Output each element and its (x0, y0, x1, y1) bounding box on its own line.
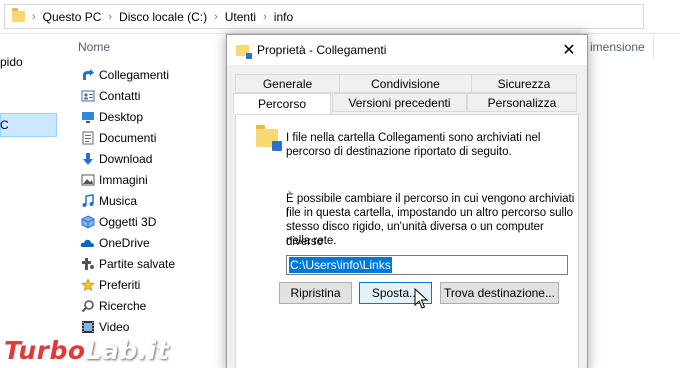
location-path-field[interactable]: C:\Users\info\Links (286, 255, 568, 275)
chevron-right-icon: › (263, 10, 267, 23)
list-item[interactable]: Video (80, 317, 129, 337)
desktop-icon (80, 110, 95, 125)
column-divider (653, 35, 654, 59)
tab-panel-location: I file nella cartella Collegamenti sono … (235, 114, 579, 368)
column-header-name[interactable]: Nome (78, 40, 110, 54)
folder-shortcut-icon (236, 44, 252, 59)
chevron-right-icon: › (32, 10, 36, 23)
watermark-part2: Lab.it (85, 336, 170, 365)
list-item-label: Desktop (99, 110, 144, 124)
tab-location[interactable]: Percorso (233, 93, 331, 114)
list-item-label: Immagini (99, 173, 148, 187)
find-target-button[interactable]: Trova destinazione... (440, 282, 559, 304)
list-item[interactable]: Immagini (80, 170, 148, 190)
breadcrumb[interactable]: › Questo PC › Disco locale (C:) › Utenti… (4, 4, 644, 29)
breadcrumb-item-users[interactable]: Utenti (225, 10, 256, 24)
nav-item-quick-access[interactable]: pido (0, 55, 23, 69)
list-item[interactable]: Oggetti 3D (80, 212, 156, 232)
chevron-right-icon: › (108, 10, 113, 23)
videos-icon (80, 320, 95, 335)
list-item-label: Partite salvate (99, 257, 176, 271)
turbolab-watermark-logo: TurboLab.it (4, 336, 169, 365)
restore-default-button[interactable]: Ripristina (279, 282, 352, 304)
tab-security[interactable]: Sicurezza (471, 74, 577, 93)
download-icon (80, 152, 95, 167)
chevron-right-icon: › (214, 10, 218, 23)
list-item-label: Preferiti (99, 278, 141, 292)
list-item[interactable]: OneDrive (80, 233, 150, 253)
tab-sharing[interactable]: Condivisione (339, 74, 472, 93)
info-text-line1: I file nella cartella Collegamenti sono … (286, 132, 541, 144)
list-item-label: Musica (99, 194, 138, 208)
column-header-size[interactable]: imensione (590, 40, 645, 54)
close-button[interactable]: ✕ (551, 35, 587, 65)
searches-icon (80, 299, 95, 314)
location-path-value: C:\Users\info\Links (289, 257, 392, 273)
list-item[interactable]: Documenti (80, 128, 156, 148)
documents-icon (80, 131, 95, 146)
contacts-icon (80, 89, 95, 104)
list-item-label: Download (99, 152, 153, 166)
list-item[interactable]: Musica (80, 191, 137, 211)
list-item[interactable]: Desktop (80, 107, 143, 127)
properties-dialog: Proprietà - Collegamenti ✕ Generale Cond… (226, 34, 588, 368)
dialog-title-bar[interactable]: Proprietà - Collegamenti ✕ (227, 35, 587, 65)
folder-shortcut-icon (256, 125, 282, 151)
address-bar: › Questo PC › Disco locale (C:) › Utenti… (0, 0, 680, 34)
watermark-part1: Turbo (4, 336, 86, 365)
nav-item-local-disk[interactable]: C (0, 118, 9, 132)
close-icon: ✕ (562, 42, 576, 59)
tab-customize[interactable]: Personalizza (467, 93, 577, 112)
list-item[interactable]: Partite salvate (80, 254, 175, 274)
list-item[interactable]: Preferiti (80, 275, 140, 295)
list-item-label: Contatti (99, 89, 141, 103)
list-item[interactable]: Contatti (80, 86, 140, 106)
saved-games-icon (80, 257, 95, 272)
tab-previous-versions[interactable]: Versioni precedenti (332, 93, 467, 112)
list-item-label: Ricerche (99, 299, 147, 313)
music-icon (80, 194, 95, 209)
list-item-label: Collegamenti (99, 68, 170, 82)
list-item[interactable]: Collegamenti (80, 65, 169, 85)
description-line4: nella rete. (286, 235, 337, 247)
favorites-icon (80, 278, 95, 293)
dialog-title: Proprietà - Collegamenti (257, 43, 387, 57)
mouse-cursor-icon (414, 288, 428, 309)
list-item[interactable]: Download (80, 149, 152, 169)
onedrive-icon (80, 236, 95, 251)
pictures-icon (80, 173, 95, 188)
breadcrumb-item-info[interactable]: info (274, 10, 293, 24)
list-item[interactable]: Ricerche (80, 296, 146, 316)
tab-general[interactable]: Generale (235, 74, 340, 93)
description-line2: file in questa cartella, impostando un a… (286, 207, 574, 219)
list-item-label: OneDrive (99, 236, 150, 250)
info-text-line2: percorso di destinazione riportato di se… (286, 146, 512, 158)
list-item-label: Oggetti 3D (99, 215, 157, 229)
shortcut-arrow-icon (80, 68, 95, 83)
list-item-label: Documenti (99, 131, 157, 145)
folder-icon (12, 8, 25, 22)
navigation-pane: pido C (0, 34, 58, 368)
3d-objects-icon (80, 215, 95, 230)
breadcrumb-item-local-disk[interactable]: Disco locale (C:) (119, 10, 207, 24)
breadcrumb-item-this-pc[interactable]: Questo PC (43, 10, 102, 24)
list-item-label: Video (99, 320, 130, 334)
